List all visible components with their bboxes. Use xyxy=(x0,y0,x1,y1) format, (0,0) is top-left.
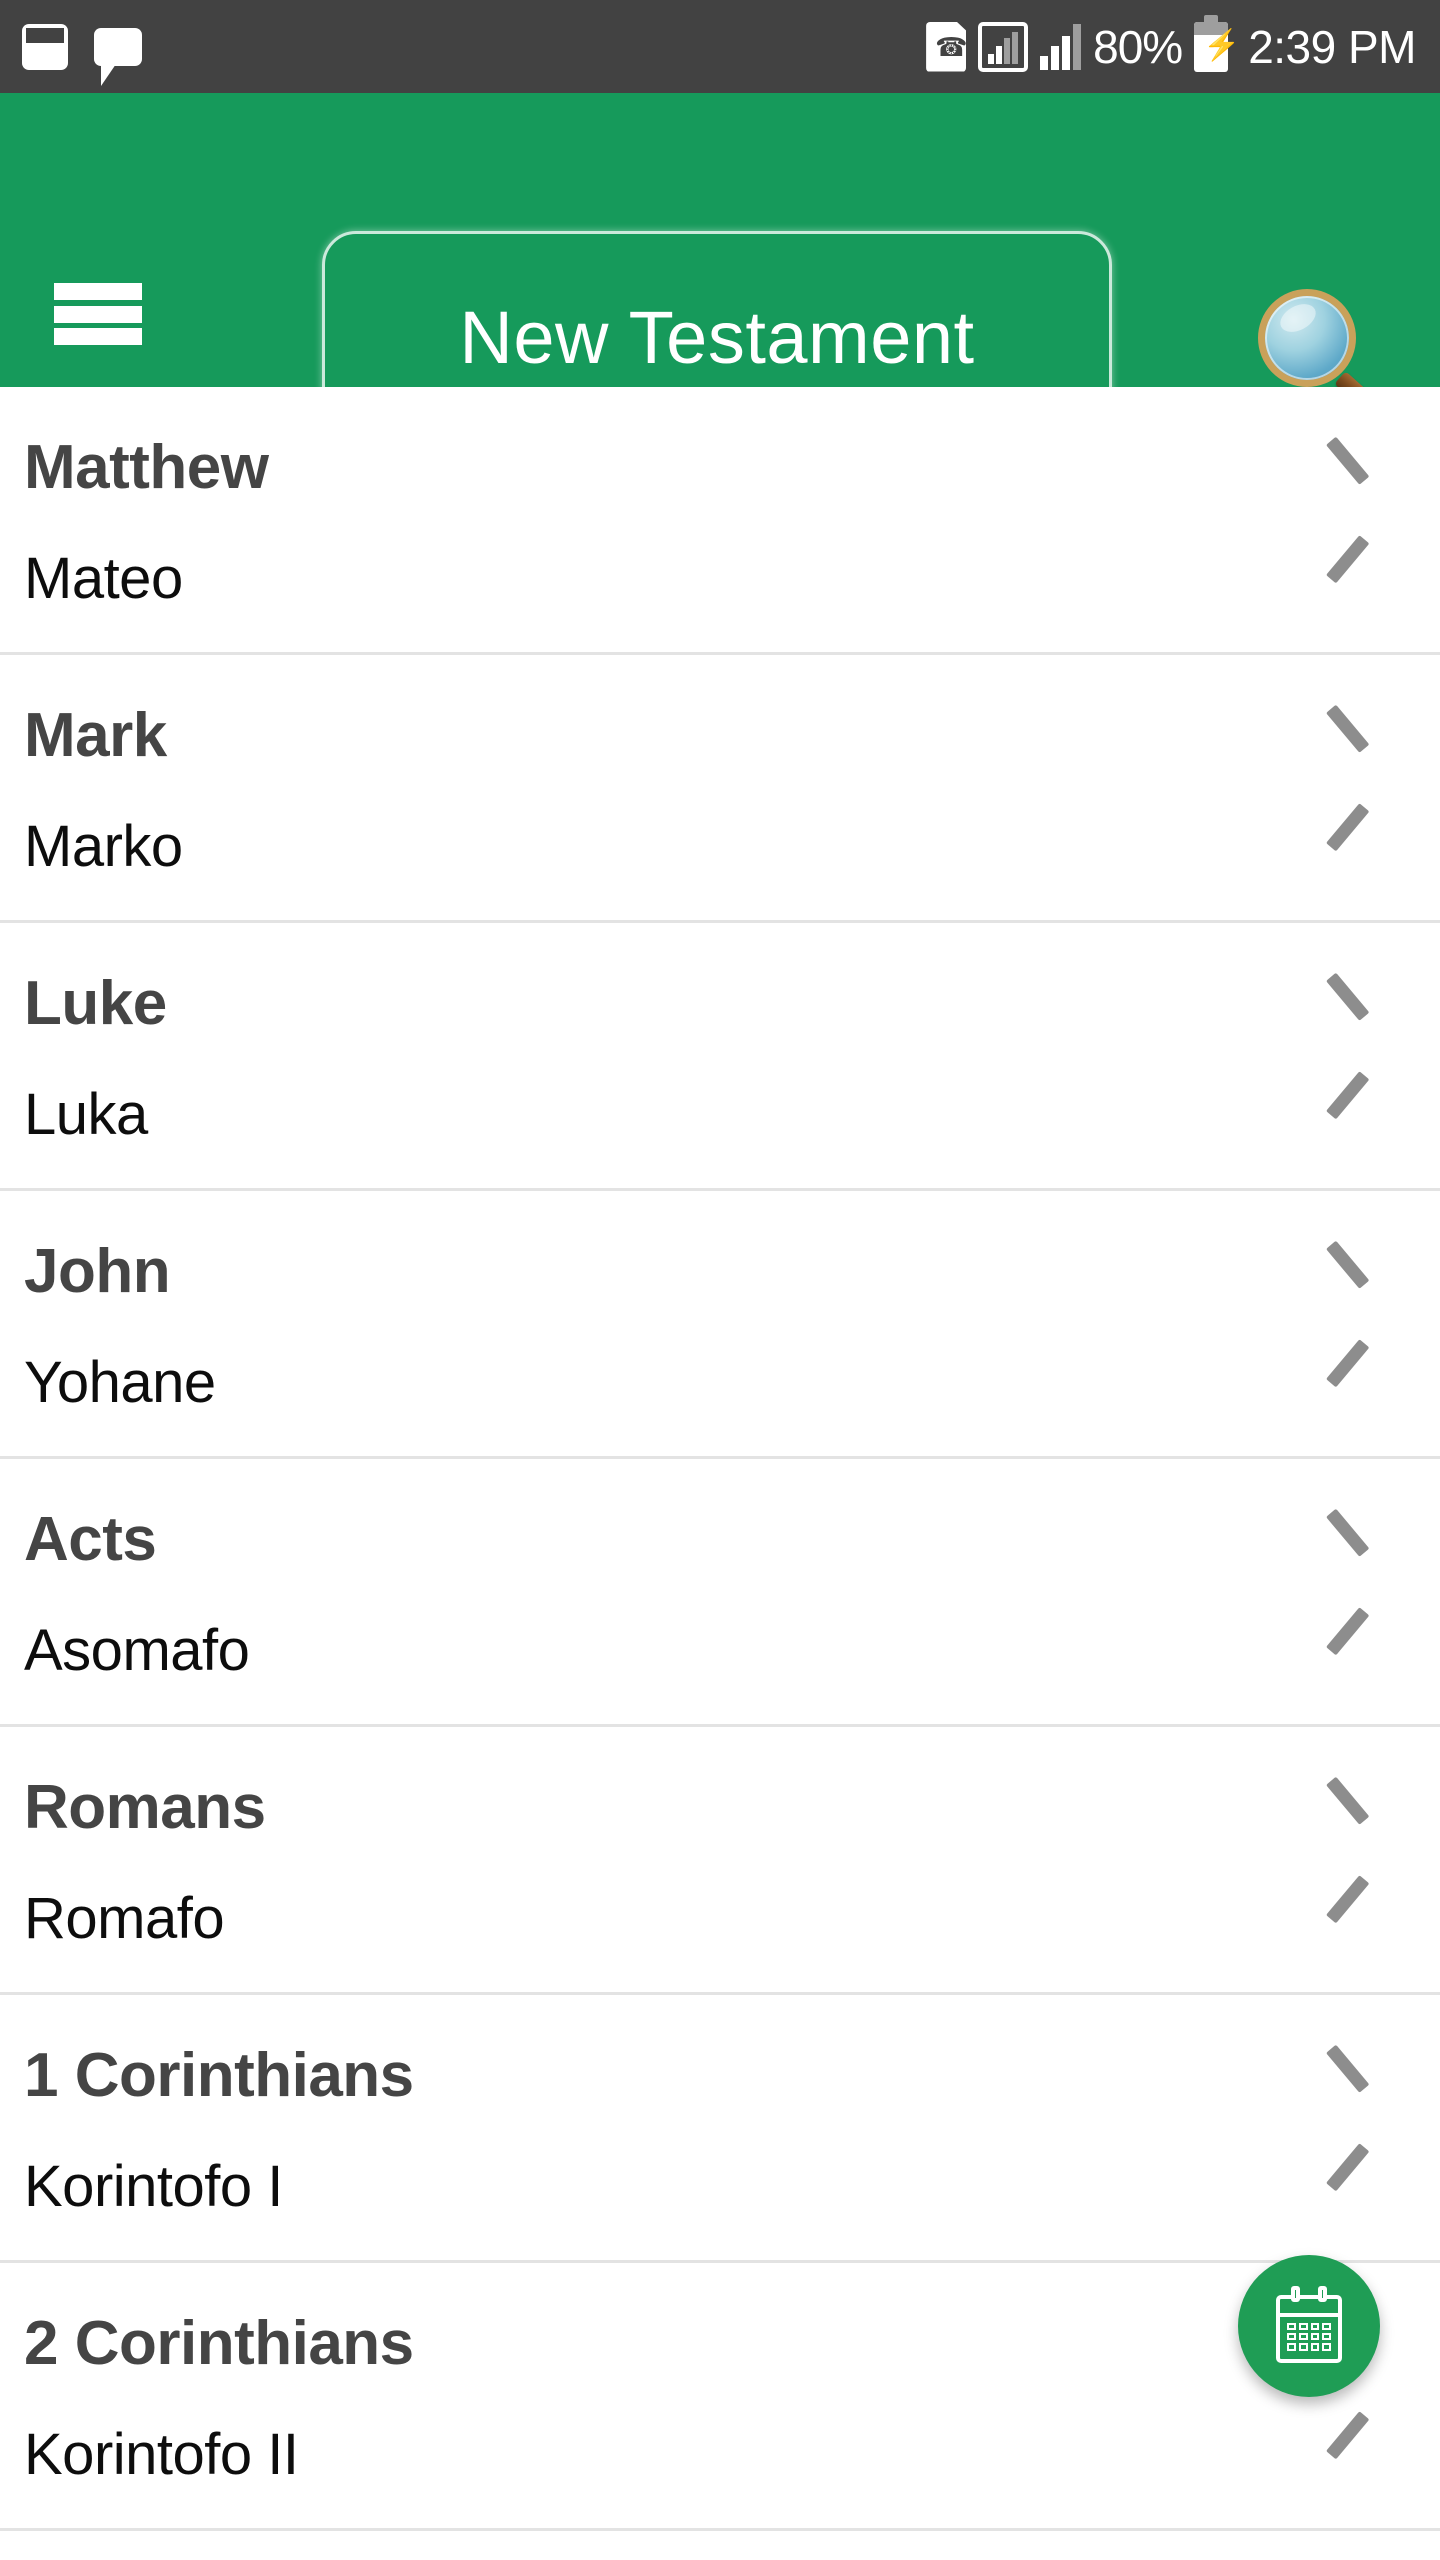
book-translation: Korintofo I xyxy=(24,2154,283,2219)
table-row[interactable]: GalatiansGalatifo xyxy=(0,2531,1440,2560)
book-name: Acts xyxy=(24,1505,157,1574)
book-name: Matthew xyxy=(24,433,269,502)
book-translation: Mateo xyxy=(24,546,183,611)
book-name: John xyxy=(24,1237,171,1306)
signal-boxed-icon xyxy=(978,21,1029,72)
signal-bars-icon xyxy=(1040,23,1082,70)
table-row[interactable]: 1 Corinthians Korintofo I xyxy=(0,1995,1440,2263)
book-translation: Korintofo II xyxy=(24,2422,299,2487)
table-row[interactable]: Mark Marko xyxy=(0,655,1440,923)
clock-label: 2:39 PM xyxy=(1248,20,1416,73)
chevron-right-icon[interactable] xyxy=(1312,439,1382,529)
book-list[interactable]: Matthew Mateo Mark Marko Luke Luka John Yohane A… xyxy=(0,387,1440,2560)
hamburger-menu-icon[interactable] xyxy=(54,271,148,357)
app-root: ☎ 80% ⚡ 2:39 PM New Testament Matthew Ma… xyxy=(0,0,1440,2560)
book-translation: Yohane xyxy=(24,1350,216,1415)
chevron-right-icon[interactable] xyxy=(1312,1779,1382,1869)
calendar-icon xyxy=(1276,2285,1342,2363)
chevron-right-icon[interactable] xyxy=(1312,707,1382,797)
page-title: New Testament xyxy=(459,296,975,379)
table-row[interactable]: John Yohane xyxy=(0,1191,1440,1459)
book-name: Mark xyxy=(24,701,167,770)
chevron-right-icon[interactable] xyxy=(1312,2047,1382,2137)
table-row[interactable]: Matthew Mateo xyxy=(0,387,1440,655)
book-translation: Luka xyxy=(24,1082,148,1147)
chevron-right-icon[interactable] xyxy=(1312,1243,1382,1333)
book-name: Romans xyxy=(24,1773,266,1842)
table-row[interactable]: Romans Romafo xyxy=(0,1727,1440,1995)
battery-charging-icon: ⚡ xyxy=(1194,14,1241,72)
book-name: Luke xyxy=(24,969,167,1038)
chevron-right-icon[interactable] xyxy=(1312,1511,1382,1601)
table-row[interactable]: Acts Asomafo xyxy=(0,1459,1440,1727)
status-bar-left-icons xyxy=(22,23,142,86)
chevron-right-icon[interactable] xyxy=(1312,975,1382,1065)
book-name: 1 Corinthians xyxy=(24,2041,414,2110)
book-translation: Asomafo xyxy=(24,1618,250,1683)
table-row[interactable]: 2 Corinthians Korintofo II xyxy=(0,2263,1440,2531)
status-bar: ☎ 80% ⚡ 2:39 PM xyxy=(0,0,1440,93)
message-icon xyxy=(94,27,142,86)
table-row[interactable]: Luke Luka xyxy=(0,923,1440,1191)
status-bar-right-icons: ☎ 80% ⚡ 2:39 PM xyxy=(926,14,1416,74)
sim-phone-icon: ☎ xyxy=(926,21,967,72)
book-translation: Marko xyxy=(24,814,183,879)
app-bar: New Testament xyxy=(0,93,1440,444)
calendar-fab-button[interactable] xyxy=(1238,2255,1380,2397)
battery-percent-label: 80% xyxy=(1093,20,1183,73)
book-translation: Romafo xyxy=(24,1886,225,1951)
image-icon xyxy=(22,23,68,70)
book-name: 2 Corinthians xyxy=(24,2309,414,2378)
